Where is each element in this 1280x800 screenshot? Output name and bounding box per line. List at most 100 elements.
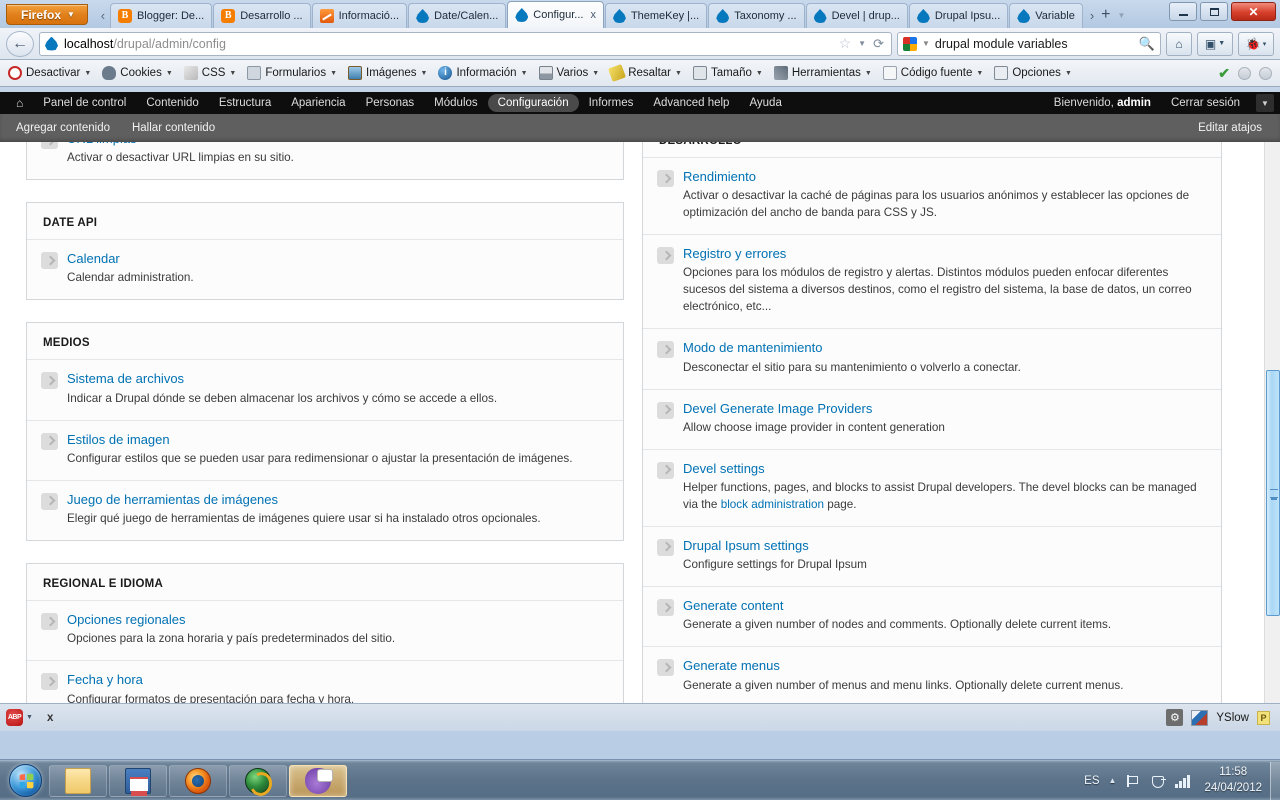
devtool-images[interactable]: Imágenes ▼ xyxy=(348,66,427,80)
config-item[interactable]: Generate content Generate a given number… xyxy=(643,586,1221,646)
edit-shortcuts-link[interactable]: Editar atajos xyxy=(1198,122,1262,134)
admin-menu-informes[interactable]: Informes xyxy=(579,94,644,112)
browser-tab[interactable]: Date/Calen... xyxy=(408,3,507,28)
show-hidden-icons-icon[interactable]: ▲ xyxy=(1109,776,1117,785)
config-item-link[interactable]: Calendar xyxy=(67,251,194,267)
devtool-resize[interactable]: Tamaño ▼ xyxy=(692,66,763,80)
config-item[interactable]: Registro y errores Opciones para los mód… xyxy=(643,234,1221,328)
yslow-label[interactable]: YSlow xyxy=(1216,712,1249,724)
chevron-down-icon[interactable]: ▼ xyxy=(922,39,930,48)
close-findbar-icon[interactable]: x xyxy=(47,712,53,724)
admin-menu-contenido[interactable]: Contenido xyxy=(136,94,208,112)
home-icon[interactable]: ⌂ xyxy=(8,96,33,110)
config-item-link[interactable]: Devel Generate Image Providers xyxy=(683,401,945,417)
config-item[interactable]: Calendar Calendar administration. xyxy=(27,239,623,299)
yslow-icon[interactable] xyxy=(1191,709,1209,726)
browser-tab[interactable]: B Blogger: De... xyxy=(109,3,213,28)
tabs-scroll-right-icon[interactable]: › xyxy=(1090,8,1094,23)
page-scrollbar[interactable]: ▼ xyxy=(1264,142,1280,731)
tabs-scroll-left-icon[interactable]: ‹ xyxy=(96,3,110,28)
devtool-options[interactable]: Opciones ▼ xyxy=(994,66,1072,80)
signal-icon[interactable] xyxy=(1175,775,1191,788)
config-item-link[interactable]: Juego de herramientas de imágenes xyxy=(67,492,541,508)
browser-tab[interactable]: ThemeKey |... xyxy=(604,3,708,28)
config-item-link[interactable]: Registro y errores xyxy=(683,246,1205,262)
plug-icon[interactable] xyxy=(1150,773,1167,789)
config-item[interactable]: URL limpias Activar o desactivar URL lim… xyxy=(27,142,623,179)
taskbar-item-firefox[interactable] xyxy=(169,764,227,797)
search-icon[interactable]: 🔍 xyxy=(1139,36,1155,52)
validation-check-icon[interactable]: ✔ xyxy=(1218,65,1230,82)
close-icon[interactable]: x xyxy=(590,9,596,21)
devtool-cookies[interactable]: Cookies ▼ xyxy=(102,66,173,80)
admin-menu-panel-de-control[interactable]: Panel de control xyxy=(33,94,136,112)
browser-tab[interactable]: Informació... xyxy=(311,3,408,28)
config-item-link[interactable]: Opciones regionales xyxy=(67,612,395,628)
config-item[interactable]: Devel Generate Image Providers Allow cho… xyxy=(643,388,1221,449)
devtool-source[interactable]: Código fuente ▼ xyxy=(882,66,983,80)
admin-menu-estructura[interactable]: Estructura xyxy=(209,94,281,112)
home-button[interactable]: ⌂ xyxy=(1166,31,1192,56)
admin-menu-advanced-help[interactable]: Advanced help xyxy=(643,94,739,112)
admin-menu-configuracion[interactable]: Configuración xyxy=(487,94,579,112)
devtool-outline[interactable]: Resaltar ▼ xyxy=(608,64,682,82)
search-bar[interactable]: ▼ drupal module variables 🔍 xyxy=(897,31,1161,56)
close-button[interactable]: ✕ xyxy=(1231,2,1276,21)
restore-button[interactable] xyxy=(1200,2,1228,21)
devtool-forms[interactable]: Formularios ▼ xyxy=(247,66,337,80)
config-item-link[interactable]: Sistema de archivos xyxy=(67,371,497,387)
gear-icon[interactable]: ⚙ xyxy=(1166,709,1184,726)
config-item-link[interactable]: Rendimiento xyxy=(683,169,1205,185)
config-item[interactable]: Opciones regionales Opciones para la zon… xyxy=(27,600,623,660)
status-circle-icon[interactable] xyxy=(1259,66,1272,80)
search-input[interactable]: drupal module variables xyxy=(935,37,1134,51)
config-item-link[interactable]: Devel settings xyxy=(683,461,1205,477)
config-item-link[interactable]: Estilos de imagen xyxy=(67,432,572,448)
adblock-plus-button[interactable]: ABP ▼ xyxy=(6,709,33,726)
config-item[interactable]: Modo de mantenimiento Desconectar el sit… xyxy=(643,328,1221,388)
start-button[interactable] xyxy=(2,762,48,800)
show-desktop-button[interactable] xyxy=(1270,761,1280,800)
minimize-button[interactable] xyxy=(1169,2,1197,21)
config-item-link[interactable]: Generate menus xyxy=(683,658,1123,674)
flag-icon[interactable] xyxy=(1125,773,1141,789)
logout-link[interactable]: Cerrar sesión xyxy=(1161,94,1250,112)
config-item[interactable]: Rendimiento Activar o desactivar la cach… xyxy=(643,157,1221,234)
config-item[interactable]: Juego de herramientas de imágenes Elegir… xyxy=(27,479,623,540)
browser-tab[interactable]: B Desarrollo ... xyxy=(213,3,311,28)
admin-menu-apariencia[interactable]: Apariencia xyxy=(281,94,355,112)
config-item-link[interactable]: Generate content xyxy=(683,598,1111,614)
browser-tab[interactable]: Drupal Ipsu... xyxy=(908,3,1009,28)
taskbar-item-explorer[interactable] xyxy=(49,764,107,797)
config-item-link[interactable]: Drupal Ipsum settings xyxy=(683,538,867,554)
config-item-link[interactable]: URL limpias xyxy=(67,142,294,147)
config-item[interactable]: Drupal Ipsum settings Configure settings… xyxy=(643,525,1221,586)
new-tab-button[interactable]: + xyxy=(1101,6,1110,24)
bookmarks-button[interactable]: ▣ ▼ xyxy=(1197,31,1233,56)
url-bar[interactable]: localhost/drupal/admin/config ☆ ▼ ⟳ xyxy=(39,31,892,56)
config-item[interactable]: Estilos de imagen Configurar estilos que… xyxy=(27,419,623,480)
devtool-disable[interactable]: Desactivar ▼ xyxy=(8,66,91,80)
toolbar-collapse-toggle[interactable]: ▼ xyxy=(1256,94,1274,112)
shortcut-hallar-contenido[interactable]: Hallar contenido xyxy=(132,122,215,134)
config-item[interactable]: Sistema de archivos Indicar a Drupal dón… xyxy=(27,359,623,419)
browser-tab[interactable]: Devel | drup... xyxy=(805,3,908,28)
admin-menu-ayuda[interactable]: Ayuda xyxy=(739,94,791,112)
browser-tab-active[interactable]: Configur... x xyxy=(507,1,604,28)
config-item-link[interactable]: Fecha y hora xyxy=(67,672,354,688)
devtool-css[interactable]: CSS ▼ xyxy=(183,66,236,80)
chevron-down-icon[interactable]: ▼ xyxy=(858,39,866,48)
config-item-link[interactable]: Modo de mantenimiento xyxy=(683,340,1021,356)
browser-tab[interactable]: Taxonomy ... xyxy=(708,3,805,28)
tab-list-dropdown-icon[interactable]: ▼ xyxy=(1118,11,1126,20)
back-button[interactable]: ← xyxy=(6,30,34,57)
firefox-app-button[interactable]: Firefox ▼ xyxy=(6,4,88,25)
devtool-information[interactable]: i Información ▼ xyxy=(438,66,528,80)
admin-menu-personas[interactable]: Personas xyxy=(356,94,425,112)
block-administration-link[interactable]: block administration xyxy=(721,498,824,511)
clock[interactable]: 11:58 24/04/2012 xyxy=(1200,765,1268,796)
taskbar-item-save[interactable] xyxy=(109,764,167,797)
taskbar-item-download-manager[interactable] xyxy=(229,764,287,797)
page-badge-icon[interactable]: P xyxy=(1257,710,1270,725)
reload-icon[interactable]: ⟳ xyxy=(873,36,884,52)
